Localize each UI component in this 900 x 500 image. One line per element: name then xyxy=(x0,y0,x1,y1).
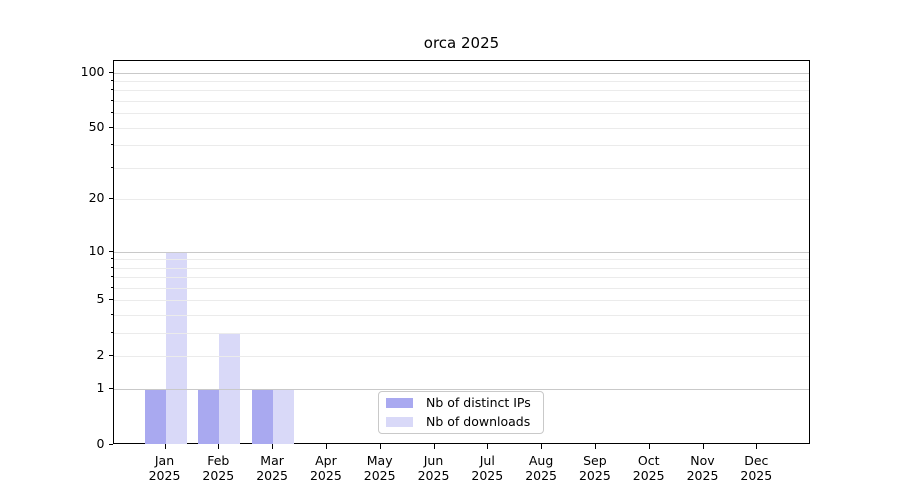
y-minor-tick-mark xyxy=(110,299,113,301)
y-tick-mark xyxy=(108,71,113,73)
y-minor-tick-mark xyxy=(110,355,113,357)
x-tick-mark xyxy=(756,444,758,449)
gridline-minor xyxy=(114,199,809,201)
gridline-minor xyxy=(114,259,809,261)
y-minor-tick-mark xyxy=(110,332,113,334)
x-tick-mark xyxy=(541,444,543,449)
figure: orca 2025 0 1 2 5 10 20 50 100 Jan 2025 Feb 2025 Ma… xyxy=(0,0,900,500)
legend-label-downloads: Nb of downloads xyxy=(426,414,531,429)
x-tick-mark xyxy=(433,444,435,449)
gridline-minor xyxy=(114,267,809,269)
gridline-major xyxy=(114,251,809,253)
y-tick-label: 50 xyxy=(88,118,105,134)
gridline-minor xyxy=(114,300,809,302)
y-minor-tick-mark xyxy=(110,100,113,101)
y-tick-mark xyxy=(108,388,113,390)
gridline-minor xyxy=(114,81,809,82)
y-minor-tick-mark xyxy=(110,166,113,168)
legend-label-distinct-ips: Nb of distinct IPs xyxy=(426,395,531,410)
y-minor-tick-mark xyxy=(110,198,113,200)
y-tick-mark xyxy=(108,444,113,445)
y-minor-tick-mark xyxy=(110,126,113,128)
gridline-minor xyxy=(114,145,809,147)
legend: Nb of distinct IPs Nb of downloads xyxy=(378,391,544,434)
x-tick-mark xyxy=(272,444,274,449)
y-tick-label: 5 xyxy=(96,291,105,307)
y-minor-tick-mark xyxy=(110,266,113,268)
y-tick-label: 20 xyxy=(88,190,105,206)
y-minor-tick-mark xyxy=(110,112,113,114)
gridline-minor xyxy=(114,288,809,289)
legend-item-downloads: Nb of downloads xyxy=(386,414,543,430)
x-tick-mark xyxy=(702,444,704,449)
legend-item-distinct-ips: Nb of distinct IPs xyxy=(386,395,543,411)
y-tick-label: 10 xyxy=(88,242,105,258)
gridline-minor xyxy=(114,333,809,335)
y-tick-mark xyxy=(108,250,113,252)
x-tick-label-dec: Dec 2025 xyxy=(740,453,773,483)
x-tick-mark xyxy=(594,444,596,449)
bar-distinct-ips-jan xyxy=(144,389,166,444)
y-minor-tick-mark xyxy=(110,287,113,288)
y-minor-tick-mark xyxy=(110,144,113,146)
gridline-major xyxy=(114,389,809,391)
x-tick-mark xyxy=(164,444,166,449)
y-minor-tick-mark xyxy=(110,276,113,278)
x-tick-mark xyxy=(218,444,220,449)
x-tick-mark xyxy=(487,444,489,449)
gridline-minor xyxy=(114,315,809,317)
x-tick-mark xyxy=(648,444,650,449)
legend-swatch-distinct-ips xyxy=(386,398,413,408)
gridline-minor xyxy=(114,113,809,115)
bar-downloads-mar xyxy=(273,389,295,444)
y-tick-label: 2 xyxy=(96,347,105,363)
x-tick-mark xyxy=(325,444,327,449)
bar-distinct-ips-feb xyxy=(198,389,220,444)
chart-title: orca 2025 xyxy=(423,34,500,52)
y-minor-tick-mark xyxy=(110,89,113,91)
gridline-minor xyxy=(114,167,809,169)
grid-layer xyxy=(114,61,809,443)
x-tick-mark xyxy=(379,444,381,449)
y-tick-label: 1 xyxy=(96,380,105,396)
legend-swatch-downloads xyxy=(386,417,413,427)
gridline-major xyxy=(114,72,809,74)
y-minor-tick-mark xyxy=(110,314,113,316)
gridline-minor xyxy=(114,90,809,92)
gridline-minor xyxy=(114,127,809,129)
y-minor-tick-mark xyxy=(110,258,113,260)
y-tick-label: 0 xyxy=(96,436,105,451)
y-tick-label: 100 xyxy=(80,63,105,79)
bar-downloads-jan xyxy=(165,251,187,444)
y-minor-tick-mark xyxy=(110,80,113,81)
plot-area xyxy=(113,60,810,444)
gridline-minor xyxy=(114,277,809,279)
gridline-minor xyxy=(114,356,809,358)
gridline-minor xyxy=(114,101,809,102)
bar-distinct-ips-mar xyxy=(252,389,274,444)
